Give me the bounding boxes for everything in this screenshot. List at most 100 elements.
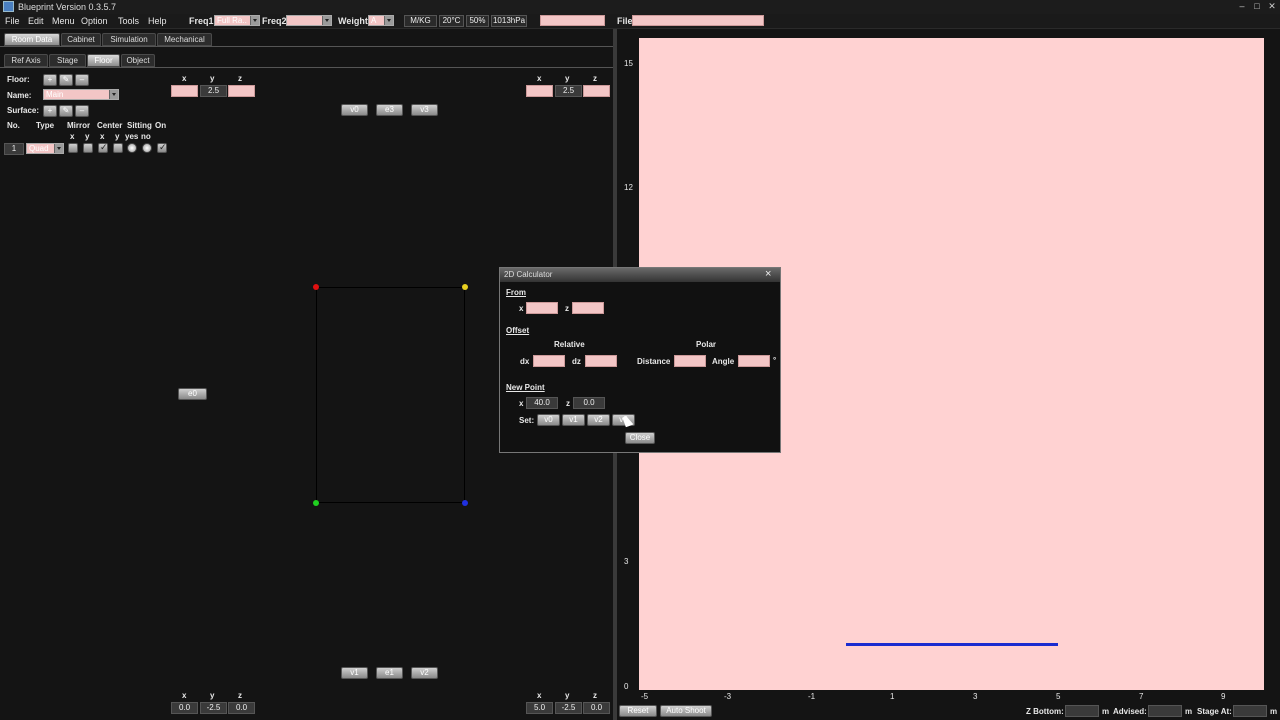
on-checkbox[interactable] bbox=[157, 142, 167, 153]
minimize-icon[interactable]: – bbox=[1236, 1, 1248, 12]
x-tick-m3: -3 bbox=[724, 692, 732, 701]
from-heading: From bbox=[506, 288, 526, 297]
stage-at-field[interactable] bbox=[1233, 705, 1267, 717]
vertex-top-left[interactable] bbox=[313, 284, 319, 290]
center-x-checkbox[interactable] bbox=[98, 142, 108, 153]
tab-cabinet[interactable]: Cabinet bbox=[61, 33, 101, 46]
menu-edit[interactable]: Edit bbox=[28, 16, 44, 26]
set-v1-button[interactable]: v1 bbox=[562, 414, 585, 426]
menu-help[interactable]: Help bbox=[148, 16, 167, 26]
weight-label: Weight bbox=[338, 16, 368, 26]
col-sitting-no: no bbox=[141, 132, 151, 141]
x-tick-3: 3 bbox=[973, 692, 978, 701]
floor-label: Floor: bbox=[7, 75, 30, 84]
z-bottom-label: Z Bottom: bbox=[1026, 707, 1064, 716]
degree-symbol: ° bbox=[773, 356, 777, 365]
dz-label: dz bbox=[572, 357, 581, 366]
tab-simulation[interactable]: Simulation bbox=[102, 33, 156, 46]
tr-y-label: y bbox=[565, 74, 570, 83]
v3-button[interactable]: v3 bbox=[411, 104, 438, 116]
row-number[interactable]: 1 bbox=[4, 143, 24, 155]
v0-button[interactable]: v0 bbox=[341, 104, 368, 116]
temperature-button[interactable]: 20°C bbox=[439, 15, 464, 27]
e1-button[interactable]: e1 bbox=[376, 667, 403, 679]
mirror-x-checkbox[interactable] bbox=[68, 143, 78, 153]
tab-stage[interactable]: Stage bbox=[49, 54, 86, 67]
v2-button[interactable]: v2 bbox=[411, 667, 438, 679]
z-bottom-field[interactable] bbox=[1065, 705, 1099, 717]
close-icon[interactable]: ✕ bbox=[1266, 1, 1278, 12]
tab-ref-axis[interactable]: Ref Axis bbox=[4, 54, 48, 67]
tab-mechanical[interactable]: Mechanical bbox=[157, 33, 212, 46]
file-label: File bbox=[617, 16, 633, 26]
auto-shoot-button[interactable]: Auto Shoot bbox=[660, 705, 712, 717]
add-surface-button[interactable]: + bbox=[43, 105, 57, 117]
pressure-button[interactable]: 1013hPa bbox=[491, 15, 527, 27]
weight-select[interactable]: A bbox=[368, 15, 394, 26]
mirror-y-checkbox[interactable] bbox=[83, 143, 93, 153]
remove-floor-button[interactable]: – bbox=[75, 74, 89, 86]
sitting-yes-radio[interactable] bbox=[127, 143, 137, 153]
v3-y-field[interactable]: 2.5 bbox=[555, 85, 582, 97]
v0-y-field[interactable]: 2.5 bbox=[200, 85, 227, 97]
dz-field[interactable] bbox=[585, 355, 617, 367]
vertex-bottom-right[interactable] bbox=[462, 500, 468, 506]
add-floor-button[interactable]: + bbox=[43, 74, 57, 86]
center-y-checkbox[interactable] bbox=[113, 143, 123, 153]
name-select[interactable]: Main bbox=[43, 89, 119, 100]
from-z-field[interactable] bbox=[572, 302, 604, 314]
menu-file[interactable]: File bbox=[5, 16, 20, 26]
tl-z-label: z bbox=[238, 74, 242, 83]
e3-button[interactable]: e3 bbox=[376, 104, 403, 116]
edit-surface-button[interactable]: ✎ bbox=[59, 105, 73, 117]
reset-button[interactable]: Reset bbox=[619, 705, 657, 717]
vertex-top-right[interactable] bbox=[462, 284, 468, 290]
distance-label: Distance bbox=[637, 357, 671, 366]
v0-x-field[interactable] bbox=[171, 85, 198, 97]
from-x-field[interactable] bbox=[526, 302, 558, 314]
chevron-down-icon bbox=[54, 144, 63, 153]
menu-tools[interactable]: Tools bbox=[118, 16, 139, 26]
tab-floor[interactable]: Floor bbox=[87, 54, 120, 67]
e0-button[interactable]: e0 bbox=[178, 388, 207, 400]
v2-y-field[interactable]: -2.5 bbox=[555, 702, 582, 714]
v2-z-field[interactable]: 0.0 bbox=[583, 702, 610, 714]
v2-x-field[interactable]: 5.0 bbox=[526, 702, 553, 714]
v3-z-field[interactable] bbox=[583, 85, 610, 97]
remove-surface-button[interactable]: – bbox=[75, 105, 89, 117]
freq1-select[interactable]: Full Ra.. bbox=[214, 15, 260, 26]
angle-field[interactable] bbox=[738, 355, 770, 367]
menu-menu[interactable]: Menu bbox=[52, 16, 75, 26]
maximize-icon[interactable]: □ bbox=[1251, 1, 1263, 12]
v1-y-field[interactable]: -2.5 bbox=[200, 702, 227, 714]
dialog-close-button[interactable]: Close bbox=[625, 432, 655, 444]
tab-object[interactable]: Object bbox=[121, 54, 155, 67]
tab-room-data[interactable]: Room Data bbox=[4, 33, 60, 46]
edit-floor-button[interactable]: ✎ bbox=[59, 74, 73, 86]
v1-z-field[interactable]: 0.0 bbox=[228, 702, 255, 714]
freq1-label: Freq1 bbox=[189, 16, 214, 26]
vertex-bottom-left[interactable] bbox=[313, 500, 319, 506]
set-v2-button[interactable]: v2 bbox=[587, 414, 610, 426]
humidity-button[interactable]: 50% bbox=[466, 15, 489, 27]
v0-z-field[interactable] bbox=[228, 85, 255, 97]
sitting-no-radio[interactable] bbox=[142, 143, 152, 153]
distance-field[interactable] bbox=[674, 355, 706, 367]
dialog-close-icon[interactable]: × bbox=[765, 268, 771, 280]
v1-button[interactable]: v1 bbox=[341, 667, 368, 679]
dx-label: dx bbox=[520, 357, 530, 366]
dx-field[interactable] bbox=[533, 355, 565, 367]
row-type-select[interactable]: Quad bbox=[26, 143, 64, 154]
col-mirror-x: x bbox=[70, 132, 75, 141]
menu-option[interactable]: Option bbox=[81, 16, 108, 26]
freq2-select[interactable] bbox=[286, 15, 332, 26]
v1-x-field[interactable]: 0.0 bbox=[171, 702, 198, 714]
floor-rectangle[interactable] bbox=[316, 287, 465, 503]
br-x-label: x bbox=[537, 691, 542, 700]
col-sitting-yes: yes bbox=[125, 132, 139, 141]
bl-y-label: y bbox=[210, 691, 215, 700]
mkg-button[interactable]: M/KG bbox=[404, 15, 437, 27]
v3-x-field[interactable] bbox=[526, 85, 553, 97]
set-v0-button[interactable]: v0 bbox=[537, 414, 560, 426]
file-field[interactable] bbox=[632, 15, 764, 26]
